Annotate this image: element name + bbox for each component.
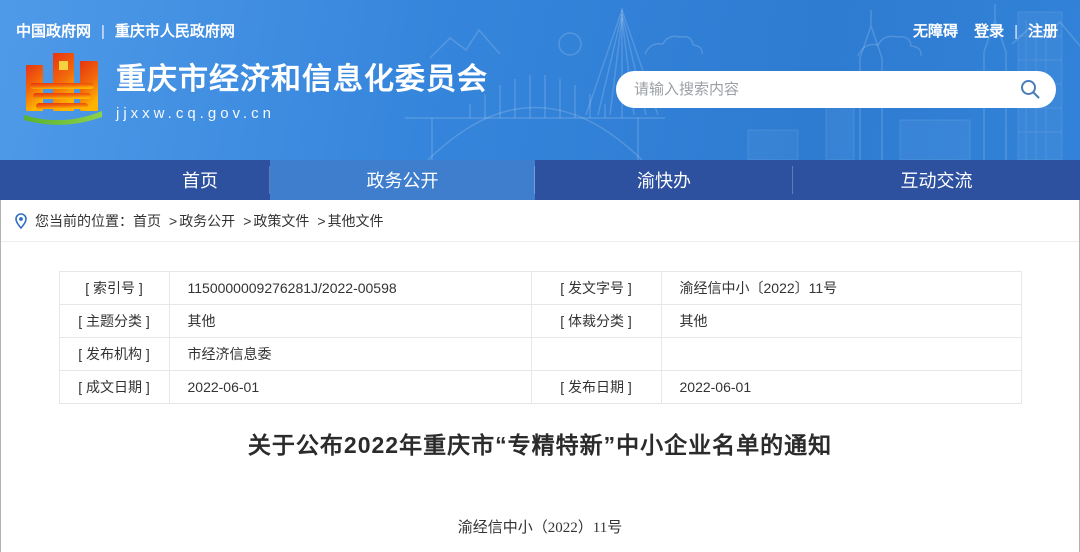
page: 中国政府网 | 重庆市人民政府网 无障碍登录 | 注册: [0, 0, 1080, 552]
site-banner: 中国政府网 | 重庆市人民政府网 无障碍登录 | 注册: [0, 0, 1080, 160]
brand-row: 重庆市经济和信息化委员会 jjxxw.cq.gov.cn: [0, 41, 1080, 135]
site-title: 重庆市经济和信息化委员会: [116, 62, 488, 98]
nav-item-home[interactable]: 首页: [0, 160, 270, 200]
search-button[interactable]: [1018, 77, 1042, 101]
meta-label-publish-date: [ 发布日期 ]: [531, 371, 661, 404]
breadcrumb-gov-disclosure[interactable]: 政务公开: [179, 211, 235, 231]
meta-value-topic-category: 其他: [169, 305, 531, 338]
top-bar-right: 无障碍登录 | 注册: [913, 20, 1058, 41]
nav-item-yukuaiban[interactable]: 渝快办: [535, 160, 793, 200]
search-icon: [1019, 78, 1041, 100]
breadcrumb-separator: >: [243, 213, 251, 229]
link-accessibility[interactable]: 无障碍: [913, 23, 958, 40]
search-box: [616, 71, 1056, 108]
nav-item-interaction[interactable]: 互动交流: [793, 160, 1080, 200]
breadcrumb-other-files[interactable]: 其他文件: [328, 211, 384, 231]
breadcrumb-separator: >: [317, 213, 325, 229]
table-row: [ 成文日期 ] 2022-06-01 [ 发布日期 ] 2022-06-01: [59, 371, 1021, 404]
table-row: [ 索引号 ] 1150000009276281J/2022-00598 [ 发…: [59, 272, 1021, 305]
content-area: 您当前的位置： 首页 > 政务公开 > 政策文件 > 其他文件 [ 索引号 ] …: [0, 200, 1080, 552]
agency-logo: [20, 49, 106, 135]
link-register[interactable]: 注册: [1028, 23, 1058, 40]
link-china-gov[interactable]: 中国政府网: [16, 23, 91, 40]
document-meta-table: [ 索引号 ] 1150000009276281J/2022-00598 [ 发…: [59, 271, 1022, 404]
table-row: [ 主题分类 ] 其他 [ 体裁分类 ] 其他: [59, 305, 1021, 338]
top-bar: 中国政府网 | 重庆市人民政府网 无障碍登录 | 注册: [0, 0, 1080, 41]
top-bar-divider2: |: [1014, 23, 1018, 40]
meta-label-topic-category: [ 主题分类 ]: [59, 305, 169, 338]
meta-value-doc-symbol: 渝经信中小〔2022〕11号: [661, 272, 1021, 305]
meta-value-index-no: 1150000009276281J/2022-00598: [169, 272, 531, 305]
search-input[interactable]: [634, 81, 1018, 98]
document-number: 渝经信中小（2022）11号: [1, 516, 1079, 537]
link-login[interactable]: 登录: [974, 23, 1004, 40]
nav-item-gov-disclosure[interactable]: 政务公开: [270, 160, 535, 200]
location-pin-icon: [15, 213, 27, 229]
main-nav: 首页 政务公开 渝快办 互动交流: [0, 160, 1080, 200]
table-row: [ 发布机构 ] 市经济信息委: [59, 338, 1021, 371]
meta-value-genre-category: 其他: [661, 305, 1021, 338]
breadcrumb-home[interactable]: 首页: [133, 211, 161, 231]
meta-value-issuing-agency: 市经济信息委: [169, 338, 531, 371]
breadcrumb-prefix: 您当前的位置：: [35, 211, 133, 231]
top-bar-divider: |: [101, 23, 105, 40]
top-bar-left: 中国政府网 | 重庆市人民政府网: [16, 20, 235, 41]
site-url: jjxxw.cq.gov.cn: [116, 105, 488, 122]
meta-label-empty: [531, 338, 661, 371]
breadcrumb-policy-files[interactable]: 政策文件: [253, 211, 309, 231]
meta-label-doc-symbol: [ 发文字号 ]: [531, 272, 661, 305]
meta-label-issuing-agency: [ 发布机构 ]: [59, 338, 169, 371]
breadcrumb: 您当前的位置： 首页 > 政务公开 > 政策文件 > 其他文件: [1, 200, 1079, 242]
breadcrumb-separator: >: [169, 213, 177, 229]
meta-value-empty: [661, 338, 1021, 371]
meta-value-written-date: 2022-06-01: [169, 371, 531, 404]
link-cq-gov[interactable]: 重庆市人民政府网: [115, 23, 235, 40]
meta-label-index-no: [ 索引号 ]: [59, 272, 169, 305]
article-title: 关于公布2022年重庆市“专精特新”中小企业名单的通知: [1, 426, 1079, 460]
brand-text: 重庆市经济和信息化委员会 jjxxw.cq.gov.cn: [116, 62, 488, 122]
meta-label-genre-category: [ 体裁分类 ]: [531, 305, 661, 338]
meta-value-publish-date: 2022-06-01: [661, 371, 1021, 404]
meta-label-written-date: [ 成文日期 ]: [59, 371, 169, 404]
